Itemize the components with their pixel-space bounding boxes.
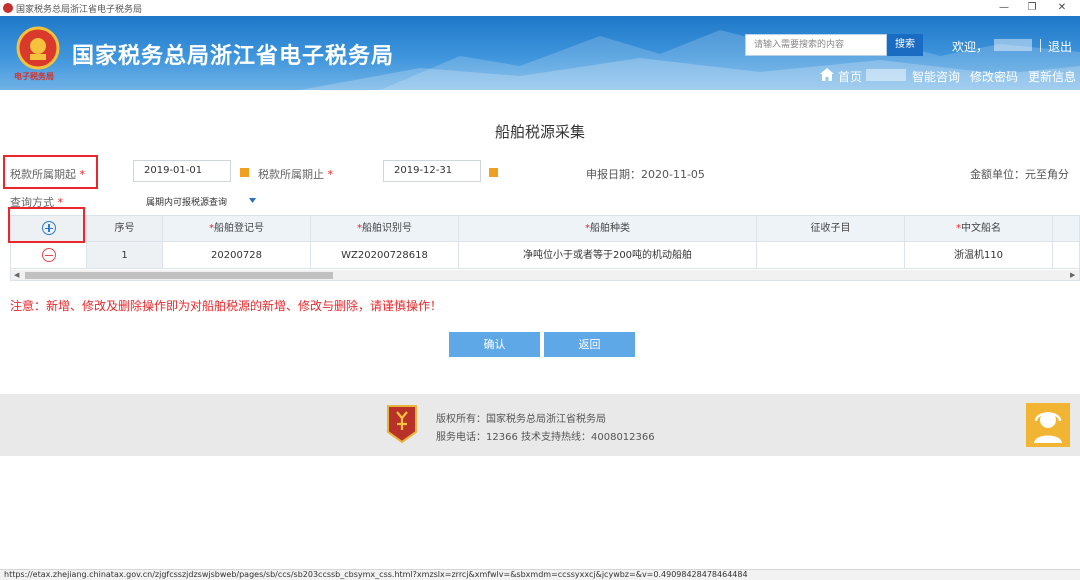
window-title: 国家税务总局浙江省电子税务局 [16,5,143,15]
warning-notice: 注意：新增、修改及删除操作即为对船舶税源的新增、修改与删除，请谨慎操作！ [10,299,443,313]
browser-status-url: https://etax.zhejiang.chinatax.gov.cn/zj… [0,569,1080,580]
delete-row-icon[interactable] [41,248,56,262]
cell-id-no[interactable]: WZ20200728618 [311,242,459,268]
cell-cn-name[interactable]: 浙温机110 [905,242,1053,268]
site-footer: 版权所有：国家税务总局浙江省税务局 服务电话：12366 技术支持热线：4008… [0,394,1080,456]
period-start-input[interactable]: 2019-01-01 [133,160,231,182]
horizontal-scrollbar[interactable]: ◀ ▶ [11,270,1079,280]
home-icon[interactable] [820,68,834,81]
amount-unit: 金额单位：元至角分 [970,168,1069,181]
tax-bureau-logo-icon [387,405,417,444]
chevron-down-icon[interactable] [249,198,256,203]
header-divider [1040,39,1041,52]
logout-link[interactable]: 退出 [1048,38,1072,55]
customer-service-icon[interactable] [1026,403,1070,447]
footer-copyright: 版权所有：国家税务总局浙江省税务局 [436,414,606,425]
table-row: 1 20200728 WZ20200728618 净吨位小于或者等于200吨的机… [11,242,1079,269]
search-input[interactable]: 请输入需要搜索的内容 [745,34,887,56]
window-titlebar: 国家税务总局浙江省电子税务局 — ❐ ✕ [0,0,1080,16]
app-icon [3,3,13,13]
period-end-input[interactable]: 2019-12-31 [383,160,481,182]
col-header-reg-no: *船舶登记号 [163,216,311,241]
cell-seq: 1 [87,242,163,268]
tax-emblem-icon [16,26,60,70]
welcome-text: 欢迎， [952,40,989,54]
username-masked [994,39,1032,51]
browser-window: 国家税务总局浙江省电子税务局 — ❐ ✕ 电子税务局 国家税务总局浙江省电子税务… [0,0,1080,580]
close-button[interactable]: ✕ [1052,1,1072,15]
minimize-button[interactable]: — [994,1,1014,15]
site-header: 电子税务局 国家税务总局浙江省电子税务局 请输入需要搜索的内容 搜索 欢迎， 退… [0,16,1080,90]
footer-service: 服务电话：12366 技术支持热线：4008012366 [436,432,655,443]
delete-row-cell [11,242,87,268]
search-button[interactable]: 搜索 [887,34,923,56]
col-header-sub-item: 征收子目 [757,216,905,241]
ship-source-table: 序号 *船舶登记号 *船舶识别号 *船舶种类 征收子目 *中文船名 1 2020… [10,215,1080,281]
highlight-add-button [8,207,85,243]
table-header-row: 序号 *船舶登记号 *船舶识别号 *船舶种类 征收子目 *中文船名 [11,216,1079,242]
back-button[interactable]: 返回 [544,332,635,357]
confirm-button[interactable]: 确认 [449,332,540,357]
cell-reg-no[interactable]: 20200728 [163,242,311,268]
scroll-right-icon[interactable]: ▶ [1070,271,1075,279]
col-header-seq: 序号 [87,216,163,241]
declare-date: 申报日期：2020-11-05 [586,168,705,181]
site-title: 国家税务总局浙江省电子税务局 [72,44,395,69]
cell-ship-type[interactable]: 净吨位小于或者等于200吨的机动船舶 [459,242,757,268]
calendar-icon[interactable] [240,168,249,177]
col-header-ship-type: *船舶种类 [459,216,757,241]
emblem-caption: 电子税务局 [14,72,54,81]
col-header-id-no: *船舶识别号 [311,216,459,241]
nav-update-info[interactable]: 更新信息 [1028,68,1076,85]
col-header-cn-name: *中文船名 [905,216,1053,241]
query-method-select[interactable]: 属期内可报税源查询 [146,195,227,208]
scroll-thumb[interactable] [25,272,333,279]
period-start-label: 税款所属期起 * [10,168,85,181]
maximize-button[interactable]: ❐ [1022,1,1042,15]
nav-masked-item [866,69,906,81]
nav-change-password[interactable]: 修改密码 [970,68,1018,85]
page-title: 船舶税源采集 [494,123,585,141]
nav-home[interactable]: 首页 [838,68,862,85]
scroll-left-icon[interactable]: ◀ [14,271,19,279]
nav-smart-consult[interactable]: 智能咨询 [912,68,960,85]
period-end-label: 税款所属期止 * [258,168,333,181]
cell-sub-item[interactable] [757,242,905,268]
calendar-icon[interactable] [489,168,498,177]
